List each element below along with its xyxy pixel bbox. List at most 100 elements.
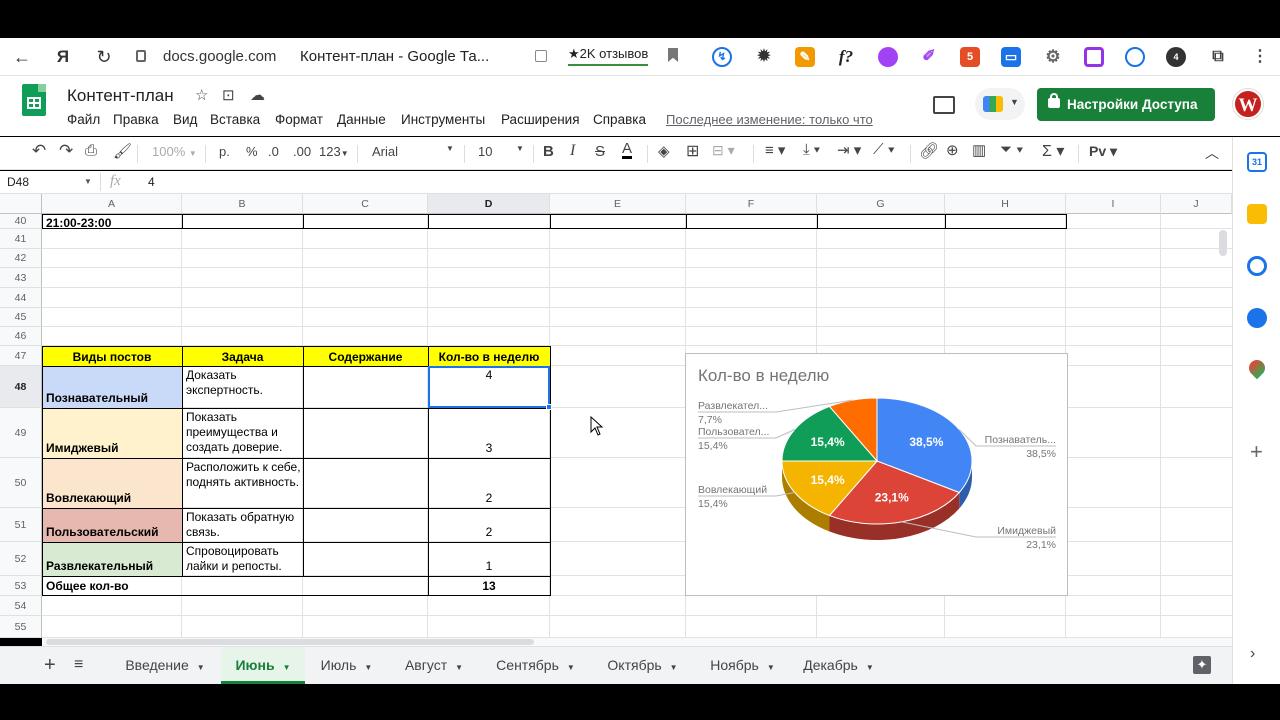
cell-total-value[interactable]: 13 (428, 579, 550, 594)
vertical-align-icon[interactable]: ⤓ ▾ (803, 141, 820, 158)
contacts-icon[interactable] (1247, 308, 1267, 328)
cell-r52-count[interactable]: 1 (428, 559, 550, 574)
copy-icon[interactable] (535, 50, 547, 62)
chevron-up-icon[interactable]: ︿ (1205, 143, 1219, 163)
insert-chart-icon[interactable]: ▥ (972, 141, 986, 159)
meet-button[interactable]: ▼ (975, 88, 1025, 120)
cell-header-count[interactable]: Кол-во в неделю (428, 350, 550, 365)
maps-icon[interactable] (1245, 356, 1269, 380)
filter-icon[interactable]: ⏷ ▾ (1000, 141, 1024, 158)
sheet-tab-7[interactable]: Декабрь ▼ (791, 647, 886, 684)
extension-settings-icon[interactable]: ⚙ (1043, 47, 1063, 67)
cell-r50-task[interactable]: Расположить к себе, поднять активность. (186, 460, 301, 490)
number-format-select[interactable]: 123▼ (319, 144, 349, 159)
increase-decimal-button[interactable]: .00 (293, 144, 311, 159)
strikethrough-icon[interactable]: S (595, 143, 605, 160)
comments-icon[interactable] (933, 96, 955, 114)
cell-r48-count[interactable]: 4 (428, 368, 550, 383)
cloud-status-icon[interactable]: ☁ (250, 86, 265, 104)
row-header-54[interactable]: 54 (0, 596, 42, 616)
cell-total-label[interactable]: Общее кол-во (46, 579, 346, 594)
fill-handle[interactable] (546, 404, 552, 410)
sheet-tab-5[interactable]: Октябрь ▼ (591, 647, 694, 684)
chevron-down-icon[interactable]: ▼ (84, 177, 92, 186)
extension-cloud-icon[interactable]: 4 (1166, 47, 1186, 67)
sheets-logo-icon[interactable] (22, 84, 46, 116)
menu-help[interactable]: Справка (593, 112, 646, 127)
column-header-g[interactable]: G (817, 194, 945, 214)
menu-data[interactable]: Данные (337, 112, 386, 127)
menu-file[interactable]: Файл (67, 112, 100, 127)
column-header-i[interactable]: I (1066, 194, 1161, 214)
menu-insert[interactable]: Вставка (210, 112, 260, 127)
bold-icon[interactable]: B (543, 143, 554, 160)
select-all-corner[interactable] (0, 194, 42, 214)
cell-header-types[interactable]: Виды постов (42, 350, 182, 365)
sheet-tab-1[interactable]: Июнь ▼ (221, 647, 305, 684)
merge-cells-icon[interactable]: ⊟ ▾ (712, 142, 735, 159)
cell-r48-task[interactable]: Доказать экспертность. (186, 368, 301, 398)
redo-icon[interactable]: ↷ (59, 141, 73, 161)
reviews-badge[interactable]: ★2K отзывов (568, 46, 649, 66)
row-header-51[interactable]: 51 (0, 508, 42, 542)
menu-extensions[interactable]: Расширения (501, 112, 580, 127)
url-text[interactable]: docs.google.com (163, 48, 276, 65)
scrollbar-thumb[interactable] (46, 639, 534, 645)
bookmark-icon[interactable] (668, 48, 678, 62)
text-rotation-icon[interactable]: ⟋ ▾ (873, 141, 895, 158)
extensions-puzzle-icon[interactable]: ⧉ (1208, 47, 1228, 67)
name-box[interactable]: D48 (7, 175, 29, 189)
column-header-e[interactable]: E (550, 194, 686, 214)
percent-format-button[interactable]: % (246, 144, 258, 159)
column-header-c[interactable]: C (303, 194, 428, 214)
add-sheet-icon[interactable]: + (44, 654, 56, 677)
fill-color-icon[interactable]: ◈ (658, 142, 670, 160)
row-header-42[interactable]: 42 (0, 249, 42, 268)
column-header-f[interactable]: F (686, 194, 817, 214)
extension-record-icon[interactable] (1125, 47, 1145, 67)
cell-header-task[interactable]: Задача (182, 350, 303, 365)
text-color-icon[interactable]: A (622, 141, 633, 159)
cell-r49-task[interactable]: Показать преимущества и создать доверие. (186, 410, 301, 455)
cell-r50-type[interactable]: Вовлекающий (46, 491, 180, 506)
all-sheets-icon[interactable]: ≡ (74, 656, 83, 674)
row-header-44[interactable]: 44 (0, 288, 42, 308)
sheet-tab-4[interactable]: Сентябрь ▼ (480, 647, 591, 684)
last-edit-link[interactable]: Последнее изменение: только что (666, 112, 873, 127)
extension-html5-icon[interactable]: 5 (960, 47, 980, 67)
row-header-49[interactable]: 49 (0, 408, 42, 458)
borders-icon[interactable]: ⊞ (686, 141, 699, 161)
sheet-tab-2[interactable]: Июль ▼ (305, 647, 388, 684)
input-tools-icon[interactable]: Pv ▾ (1089, 143, 1117, 160)
tasks-icon[interactable] (1247, 256, 1267, 276)
cell-r49-type[interactable]: Имиджевый (46, 441, 180, 456)
row-header-48[interactable]: 48 (0, 366, 42, 408)
font-size-select[interactable]: 10 ▼ (478, 144, 526, 159)
row-header-40[interactable]: 40 (0, 214, 42, 229)
currency-format-button[interactable]: р. (219, 144, 230, 159)
share-button[interactable]: Настройки Доступа (1037, 88, 1215, 121)
row-header-52[interactable]: 52 (0, 542, 42, 576)
chevron-right-icon[interactable]: › (1250, 645, 1255, 663)
italic-icon[interactable]: I (570, 142, 575, 160)
row-header-45[interactable]: 45 (0, 308, 42, 327)
calendar-icon[interactable]: 31 (1247, 152, 1267, 172)
back-arrow-icon[interactable]: ← (11, 46, 33, 68)
row-header-46[interactable]: 46 (0, 327, 42, 346)
row-header-50[interactable]: 50 (0, 458, 42, 508)
menu-tools[interactable]: Инструменты (401, 112, 485, 127)
cell-r51-type[interactable]: Пользовательский (46, 525, 180, 540)
reload-icon[interactable]: ↻ (93, 46, 115, 68)
insert-link-icon[interactable]: 🔗︎ (919, 141, 939, 161)
column-header-h[interactable]: H (945, 194, 1066, 214)
menu-edit[interactable]: Правка (113, 112, 159, 127)
document-title[interactable]: Контент-план (67, 86, 174, 106)
site-info-icon[interactable] (136, 50, 146, 62)
cell-a40[interactable]: 21:00-23:00 (46, 216, 176, 231)
cell-header-content[interactable]: Содержание (303, 350, 428, 365)
extension-pen-icon[interactable]: ✐ (919, 47, 939, 67)
cell-r50-count[interactable]: 2 (428, 491, 550, 506)
decrease-decimal-button[interactable]: .0 (268, 144, 279, 159)
keep-icon[interactable] (1247, 204, 1267, 224)
row-header-43[interactable]: 43 (0, 268, 42, 288)
